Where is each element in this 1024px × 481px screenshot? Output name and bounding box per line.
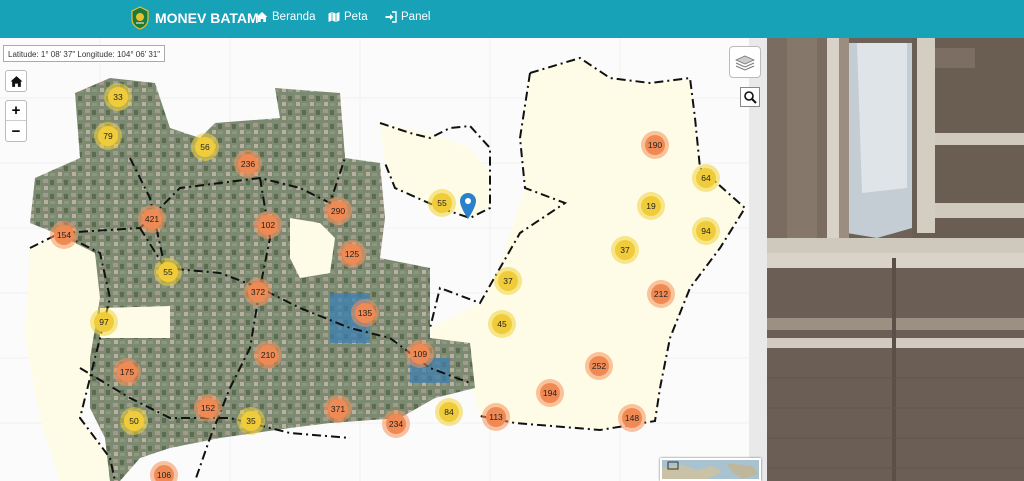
coordinate-readout: Latitude: 1° 08' 37" Longitude: 104° 06'… <box>3 45 166 62</box>
layers-button[interactable] <box>729 46 761 78</box>
cluster-marker[interactable]: 194 <box>536 379 564 407</box>
cluster-marker[interactable]: 64 <box>692 164 720 192</box>
map-pin-icon[interactable] <box>460 193 476 219</box>
cluster-marker[interactable]: 37 <box>494 267 522 295</box>
search-icon <box>744 91 757 104</box>
location-photo <box>767 38 1024 481</box>
city-emblem-icon <box>131 6 149 30</box>
cluster-marker[interactable]: 102 <box>254 211 282 239</box>
cluster-marker[interactable]: 35 <box>237 407 265 435</box>
nav-peta[interactable]: Peta <box>328 11 368 23</box>
search-button[interactable] <box>740 87 760 107</box>
cluster-marker[interactable]: 19 <box>637 192 665 220</box>
cluster-marker[interactable]: 113 <box>482 403 510 431</box>
map-icon <box>328 12 340 22</box>
cluster-marker[interactable]: 372 <box>244 278 272 306</box>
cluster-marker[interactable]: 252 <box>585 352 613 380</box>
nav-panel[interactable]: Panel <box>385 11 430 23</box>
cluster-marker[interactable]: 125 <box>338 240 366 268</box>
cluster-marker[interactable]: 84 <box>435 398 463 426</box>
cluster-marker[interactable]: 45 <box>488 310 516 338</box>
home-icon <box>10 75 22 87</box>
cluster-marker[interactable]: 421 <box>138 205 166 233</box>
cluster-marker[interactable]: 79 <box>94 122 122 150</box>
cluster-marker[interactable]: 33 <box>104 83 132 111</box>
zoom-out-button[interactable]: − <box>6 121 26 141</box>
minimap-image <box>662 460 759 479</box>
cluster-marker[interactable]: 152 <box>194 394 222 422</box>
cluster-marker[interactable]: 290 <box>324 197 352 225</box>
cluster-marker[interactable]: 371 <box>324 395 352 423</box>
brand-title: MONEV BATAM <box>155 10 259 26</box>
home-extent-button[interactable] <box>5 70 27 92</box>
cluster-marker[interactable]: 56 <box>191 133 219 161</box>
nav-beranda-label: Beranda <box>272 11 316 23</box>
cluster-marker[interactable]: 55 <box>428 189 456 217</box>
cluster-marker[interactable]: 175 <box>113 358 141 386</box>
cluster-marker[interactable]: 210 <box>254 341 282 369</box>
top-navbar: MONEV BATAM Beranda Peta Panel <box>0 0 1024 38</box>
cluster-marker[interactable]: 212 <box>647 280 675 308</box>
cluster-marker[interactable]: 234 <box>382 410 410 438</box>
minimap[interactable] <box>660 458 761 481</box>
nav-panel-label: Panel <box>401 11 431 23</box>
cluster-marker[interactable]: 37 <box>611 236 639 264</box>
cluster-marker[interactable]: 109 <box>406 340 434 368</box>
map-canvas[interactable]: 33 79 56 236 421 102 290 154 55 125 372 … <box>0 38 767 481</box>
nav-peta-label: Peta <box>344 11 368 23</box>
brand[interactable]: MONEV BATAM <box>131 6 259 30</box>
cluster-marker[interactable]: 55 <box>154 258 182 286</box>
cluster-marker[interactable]: 94 <box>692 217 720 245</box>
cluster-marker[interactable]: 154 <box>50 221 78 249</box>
cluster-marker[interactable]: 236 <box>234 150 262 178</box>
home-icon <box>256 12 268 22</box>
zoom-in-button[interactable]: + <box>6 101 26 121</box>
cluster-marker[interactable]: 106 <box>150 461 178 481</box>
cluster-marker[interactable]: 135 <box>351 299 379 327</box>
cluster-marker[interactable]: 50 <box>120 407 148 435</box>
cluster-marker[interactable]: 190 <box>641 131 669 159</box>
nav-beranda[interactable]: Beranda <box>256 11 315 23</box>
sign-in-icon <box>385 11 397 23</box>
cluster-marker[interactable]: 148 <box>618 404 646 432</box>
building-photo <box>767 38 1024 481</box>
cluster-marker[interactable]: 97 <box>90 308 118 336</box>
layers-icon <box>735 55 755 71</box>
zoom-control: + − <box>5 100 27 142</box>
